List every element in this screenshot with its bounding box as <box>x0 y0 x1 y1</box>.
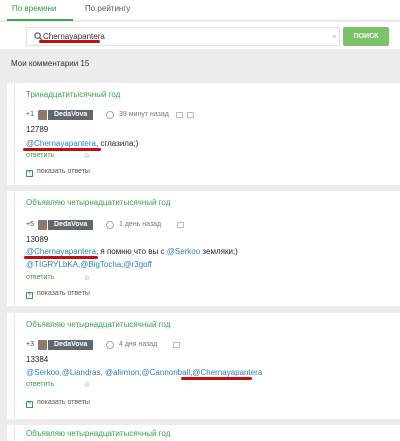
show-replies-label: показать ответы <box>37 168 90 175</box>
reply-link[interactable]: ответить <box>26 152 54 159</box>
block-icon[interactable]: ⊘ <box>84 152 90 160</box>
mention-link[interactable]: @Serkoo <box>167 247 200 256</box>
block-icon[interactable]: ⊘ <box>84 381 90 389</box>
avatar <box>38 110 47 120</box>
comment-meta: +3 DedaVova 4 дня назад <box>26 340 386 351</box>
active-tab-indicator <box>7 19 73 21</box>
comment-text-mid: , я помню что вы с <box>95 247 167 256</box>
comments-count: Мои комментарии 15 <box>11 59 90 68</box>
comment-meta: +5 DedaVova 1 день назад <box>26 220 386 231</box>
comment-text-rest: земляки;) <box>200 247 238 256</box>
comment-time: 39 минут назад <box>119 111 169 118</box>
mention-links[interactable]: @Serkoo,@Liandras, @alirmon,@Cannonball, <box>26 368 192 377</box>
reply-link[interactable]: ответить <box>26 274 54 281</box>
block-divider <box>14 425 15 441</box>
author-name[interactable]: DedaVova <box>48 220 94 230</box>
tab-by-rating[interactable]: По рейтингу <box>85 4 130 13</box>
comment-meta: +1 DedaVova 39 минут назад <box>26 110 386 121</box>
post-title-link[interactable]: Объявляю четырнадцатитысячный год <box>26 320 170 329</box>
bookmark-icon[interactable] <box>177 222 184 228</box>
comment-text: @Chernayapantera, я помню что вы с @Serk… <box>26 247 238 256</box>
avatar <box>38 340 47 350</box>
show-replies-label: показать ответы <box>37 399 90 406</box>
bookmark-icon[interactable] <box>173 342 180 348</box>
clear-icon[interactable]: × <box>332 32 337 41</box>
comment-number: 12789 <box>26 125 49 134</box>
vote-count: +1 <box>26 111 34 118</box>
post-title-link[interactable]: Объявляю четырнадцатитысячный год <box>26 198 170 207</box>
comment-block: Объявляю четырнадцатитысячный год +5 Ded… <box>7 191 400 306</box>
clock-icon <box>106 221 114 229</box>
comment-time: 1 день назад <box>119 221 162 228</box>
show-replies-label: показать ответы <box>37 290 90 297</box>
link-icon[interactable] <box>176 112 183 118</box>
mention-link[interactable]: @Chernayapantera <box>192 368 262 377</box>
reply-link[interactable]: ответить <box>26 381 54 388</box>
show-replies-link[interactable]: + показать ответы <box>26 290 90 299</box>
post-title-link[interactable]: Объявляю четырнадцатитысячный год <box>26 429 170 438</box>
post-title-link[interactable]: Тринадцатитысячный год <box>26 90 120 99</box>
block-divider <box>14 191 15 306</box>
comment-block: Объявляю четырнадцатитысячный год +3 Ded… <box>7 313 400 419</box>
block-divider <box>14 313 15 419</box>
comment-text: @Chernayapantera, сглазила;) <box>26 139 138 148</box>
block-divider <box>14 83 15 185</box>
highlight-underline <box>24 256 98 259</box>
author-name[interactable]: DedaVova <box>48 110 94 120</box>
sort-tabs: По времени По рейтингу <box>0 0 400 21</box>
show-replies-link[interactable]: + показать ответы <box>26 168 90 177</box>
comment-block: Объявляю четырнадцатитысячный год <box>7 425 400 441</box>
comment-text-line2: @TIGRYLbKA,@BigTocha,@r3goff <box>26 260 152 269</box>
vote-count: +5 <box>26 221 34 228</box>
bookmark-icon[interactable] <box>187 112 194 118</box>
mention-links[interactable]: @TIGRYLbKA,@BigTocha,@r3goff <box>26 260 152 269</box>
comment-number: 13089 <box>26 235 49 244</box>
mention-link[interactable]: @Chernayapantera <box>26 139 96 148</box>
clock-icon <box>106 111 114 119</box>
comment-number: 13384 <box>26 355 49 364</box>
search-input[interactable]: Chernayapantera × <box>26 27 340 46</box>
vote-count: +3 <box>26 341 34 348</box>
tab-by-time[interactable]: По времени <box>12 4 56 13</box>
highlight-underline <box>39 40 100 43</box>
author-name[interactable]: DedaVova <box>48 340 94 350</box>
avatar <box>38 220 47 230</box>
comment-time: 4 дня назад <box>119 341 158 348</box>
mention-link[interactable]: @Chernayapantera <box>26 247 96 256</box>
plus-icon: + <box>26 401 33 408</box>
clock-icon <box>106 341 114 349</box>
plus-icon: + <box>26 292 33 299</box>
comment-text: @Serkoo,@Liandras, @alirmon,@Cannonball,… <box>26 368 262 377</box>
show-replies-link[interactable]: + показать ответы <box>26 399 90 408</box>
block-icon[interactable]: ⊘ <box>84 274 90 282</box>
search-button[interactable]: ПОИСК <box>343 27 389 46</box>
comment-text-rest: , сглазила;) <box>95 139 139 148</box>
highlight-underline <box>23 148 101 151</box>
comment-block: Тринадцатитысячный год +1 DedaVova 39 ми… <box>7 83 400 185</box>
highlight-underline <box>181 377 252 380</box>
plus-icon: + <box>26 170 33 177</box>
